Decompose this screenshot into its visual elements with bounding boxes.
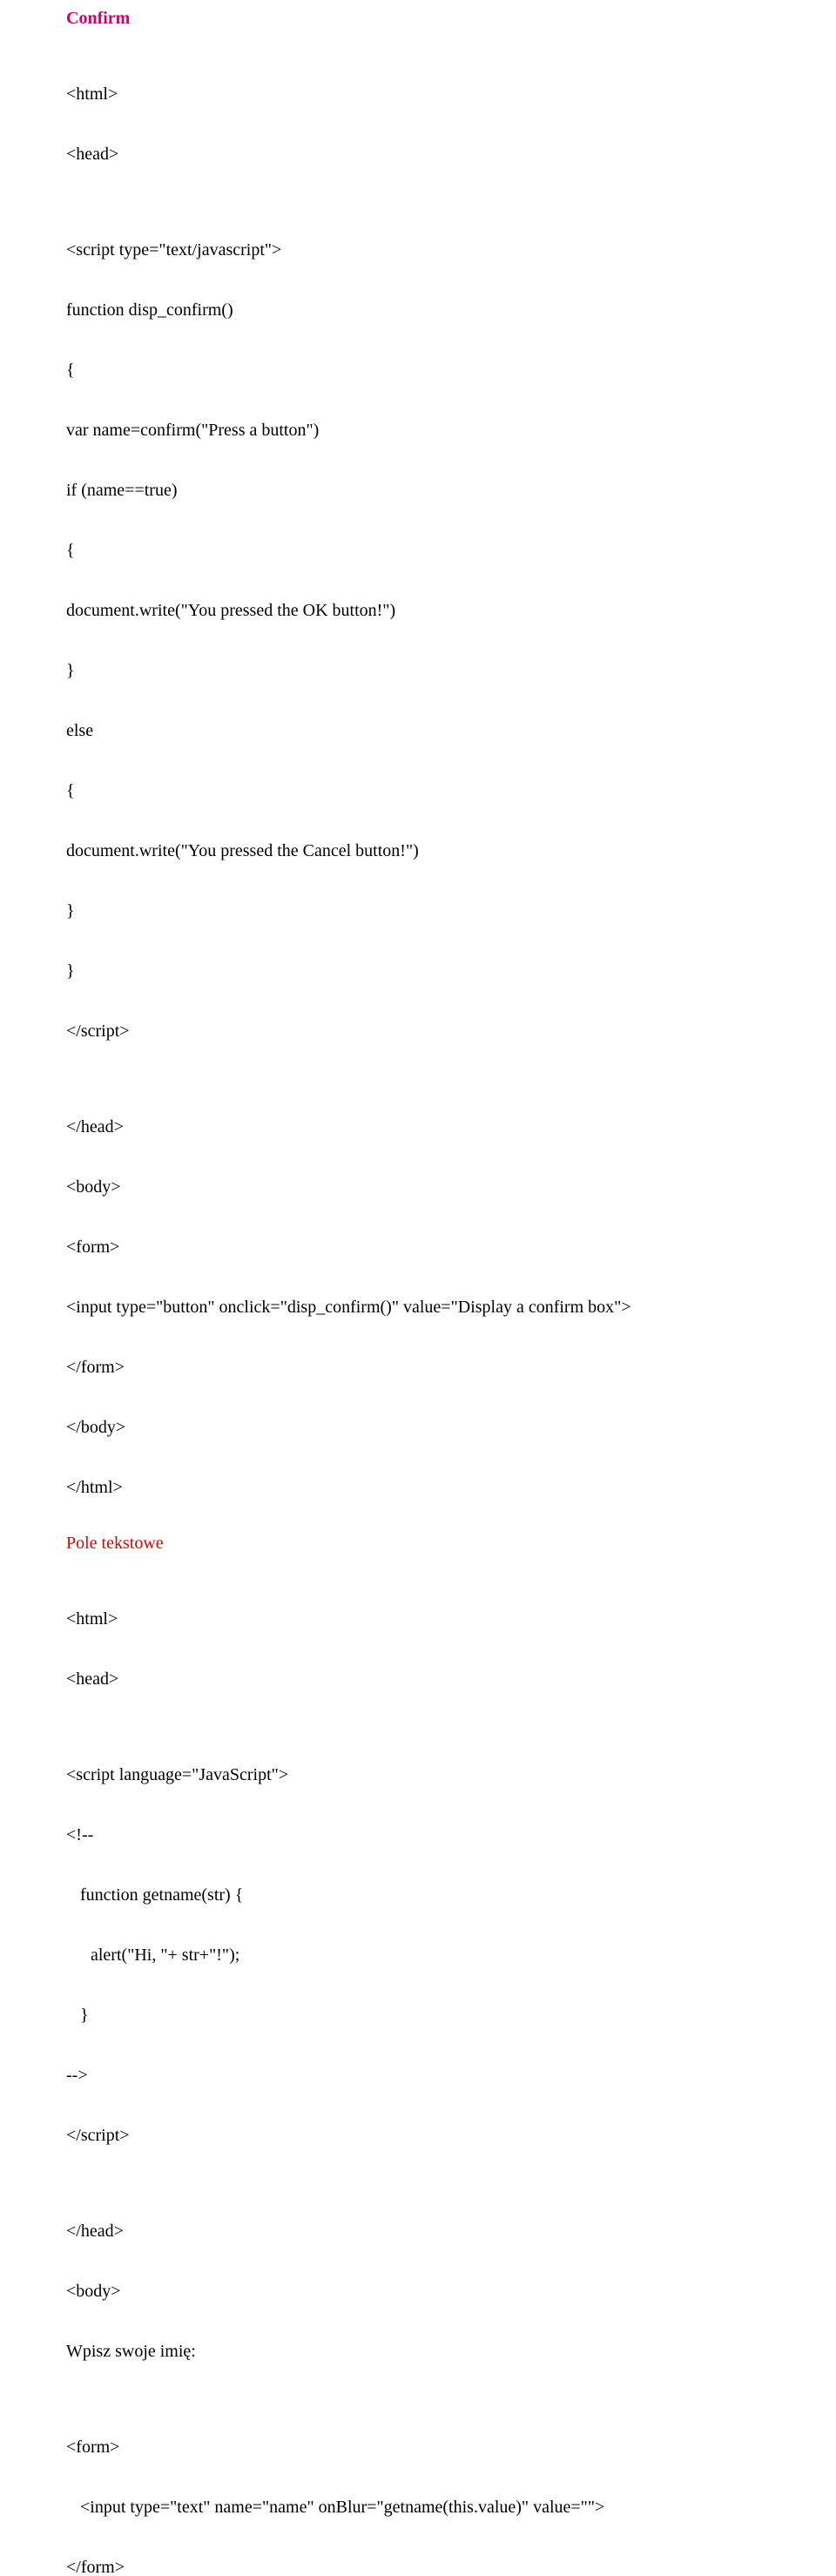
code-line: </script> xyxy=(66,2126,770,2146)
code-line: <form> xyxy=(66,1237,770,1258)
code-line: <head> xyxy=(66,1669,770,1689)
code-line: document.write("You pressed the OK butto… xyxy=(66,601,770,621)
code-line: function getname(str) { xyxy=(66,1885,770,1905)
code-line: <head> xyxy=(66,145,770,165)
code-line: Wpisz swoje imię: xyxy=(66,2342,770,2362)
code-line: </head> xyxy=(66,2222,770,2242)
code-line: { xyxy=(66,541,770,561)
code-line: </body> xyxy=(66,1418,770,1438)
code-line: alert("Hi, "+ str+"!"); xyxy=(66,1945,770,1966)
code-block-4: <html> <head> xyxy=(66,1569,770,1709)
code-line: <script language="JavaScript"> xyxy=(66,1765,770,1785)
code-line: <html> xyxy=(66,84,770,105)
code-line: <input type="text" name="name" onBlur="g… xyxy=(66,2498,770,2518)
code-line: } xyxy=(66,961,770,981)
code-line: function disp_confirm() xyxy=(66,300,770,320)
code-block-5: <script language="JavaScript"> <!-- func… xyxy=(66,1725,770,2166)
code-line: <body> xyxy=(66,2282,770,2302)
code-line: </head> xyxy=(66,1117,770,1137)
code-line: } xyxy=(66,2006,770,2026)
code-line: <script type="text/javascript"> xyxy=(66,240,770,260)
code-block-2: <script type="text/javascript"> function… xyxy=(66,200,770,1062)
section-heading-confirm: Confirm xyxy=(66,9,770,29)
code-line: </form> xyxy=(66,2558,770,2576)
code-line: if (name==true) xyxy=(66,481,770,501)
code-line: </form> xyxy=(66,1358,770,1378)
code-line: { xyxy=(66,781,770,801)
code-block-3: </head> <body> <form> <input type="butto… xyxy=(66,1077,770,1518)
code-block-1: <html> <head> xyxy=(66,44,770,185)
code-line: <html> xyxy=(66,1609,770,1629)
code-line: var name=confirm("Press a button") xyxy=(66,421,770,441)
code-line: { xyxy=(66,361,770,381)
code-line: } xyxy=(66,901,770,921)
code-line: <!-- xyxy=(66,1825,770,1845)
code-line: <input type="button" onclick="disp_confi… xyxy=(66,1298,770,1318)
code-line: else xyxy=(66,721,770,741)
section-heading-pole-tekstowe: Pole tekstowe xyxy=(66,1534,770,1554)
code-line: } xyxy=(66,661,770,681)
code-line: </html> xyxy=(66,1478,770,1498)
code-line: </script> xyxy=(66,1022,770,1042)
code-block-6: </head> <body> Wpisz swoje imię: xyxy=(66,2182,770,2382)
code-line: document.write("You pressed the Cancel b… xyxy=(66,841,770,861)
code-block-7: <form> <input type="text" name="name" on… xyxy=(66,2397,770,2576)
code-line: <form> xyxy=(66,2438,770,2458)
code-line: --> xyxy=(66,2066,770,2086)
code-line: <body> xyxy=(66,1177,770,1197)
